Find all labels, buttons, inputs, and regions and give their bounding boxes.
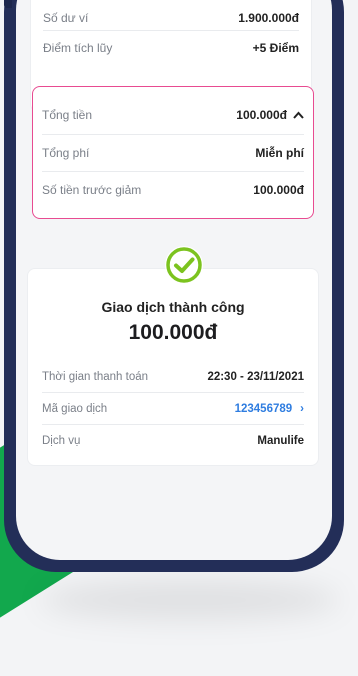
chevron-up-icon[interactable] — [293, 110, 304, 122]
phone-frame: Số dư ví 1.900.000đ Điểm tích lũy +5 Điể… — [4, 0, 344, 572]
phone-side-button — [4, 0, 12, 8]
points-value: +5 Điểm — [252, 41, 299, 55]
check-circle-icon — [165, 246, 203, 284]
transaction-status-title: Giao dịch thành công — [101, 299, 245, 315]
balance-label: Số dư ví — [43, 11, 89, 25]
payment-time-value: 22:30 - 23/11/2021 — [207, 371, 304, 383]
transaction-code-label: Mã giao dịch — [42, 403, 108, 415]
fee-label: Tổng phí — [42, 146, 90, 160]
transaction-result-card: Giao dịch thành công 100.000đ Thời gian … — [27, 268, 319, 466]
payment-summary-card: Tổng tiền 100.000đ Tổng phí Miễn phí Số … — [32, 86, 314, 219]
transaction-code-wrap[interactable]: 123456789 › — [235, 403, 304, 415]
total-row[interactable]: Tổng tiền 100.000đ — [42, 97, 304, 133]
total-label: Tổng tiền — [42, 108, 93, 122]
phone-screen: Số dư ví 1.900.000đ Điểm tích lũy +5 Điể… — [16, 0, 332, 560]
service-label: Dịch vụ — [42, 435, 81, 447]
service-value: Manulife — [257, 435, 304, 447]
fee-value: Miễn phí — [255, 146, 304, 160]
transaction-code-row[interactable]: Mã giao dịch 123456789 › — [42, 393, 304, 425]
payment-time-label: Thời gian thanh toán — [42, 371, 149, 383]
fee-row: Tổng phí Miễn phí — [42, 135, 304, 171]
balance-value: 1.900.000đ — [238, 11, 299, 25]
points-row: Điểm tích lũy +5 Điểm — [43, 30, 299, 66]
total-value-wrap: 100.000đ — [236, 108, 304, 122]
service-row: Dịch vụ Manulife — [42, 425, 304, 457]
chevron-right-icon[interactable]: › — [300, 403, 304, 415]
before-discount-value: 100.000đ — [253, 183, 304, 197]
transaction-amount: 100.000đ — [128, 321, 218, 344]
points-label: Điểm tích lũy — [43, 41, 113, 55]
before-discount-label: Số tiền trước giảm — [42, 183, 142, 197]
phone-shadow — [40, 580, 340, 620]
before-discount-row: Số tiền trước giảm 100.000đ — [42, 172, 304, 208]
payment-time-row: Thời gian thanh toán 22:30 - 23/11/2021 — [42, 361, 304, 393]
transaction-code-link[interactable]: 123456789 — [235, 403, 293, 415]
total-value: 100.000đ — [236, 108, 287, 122]
